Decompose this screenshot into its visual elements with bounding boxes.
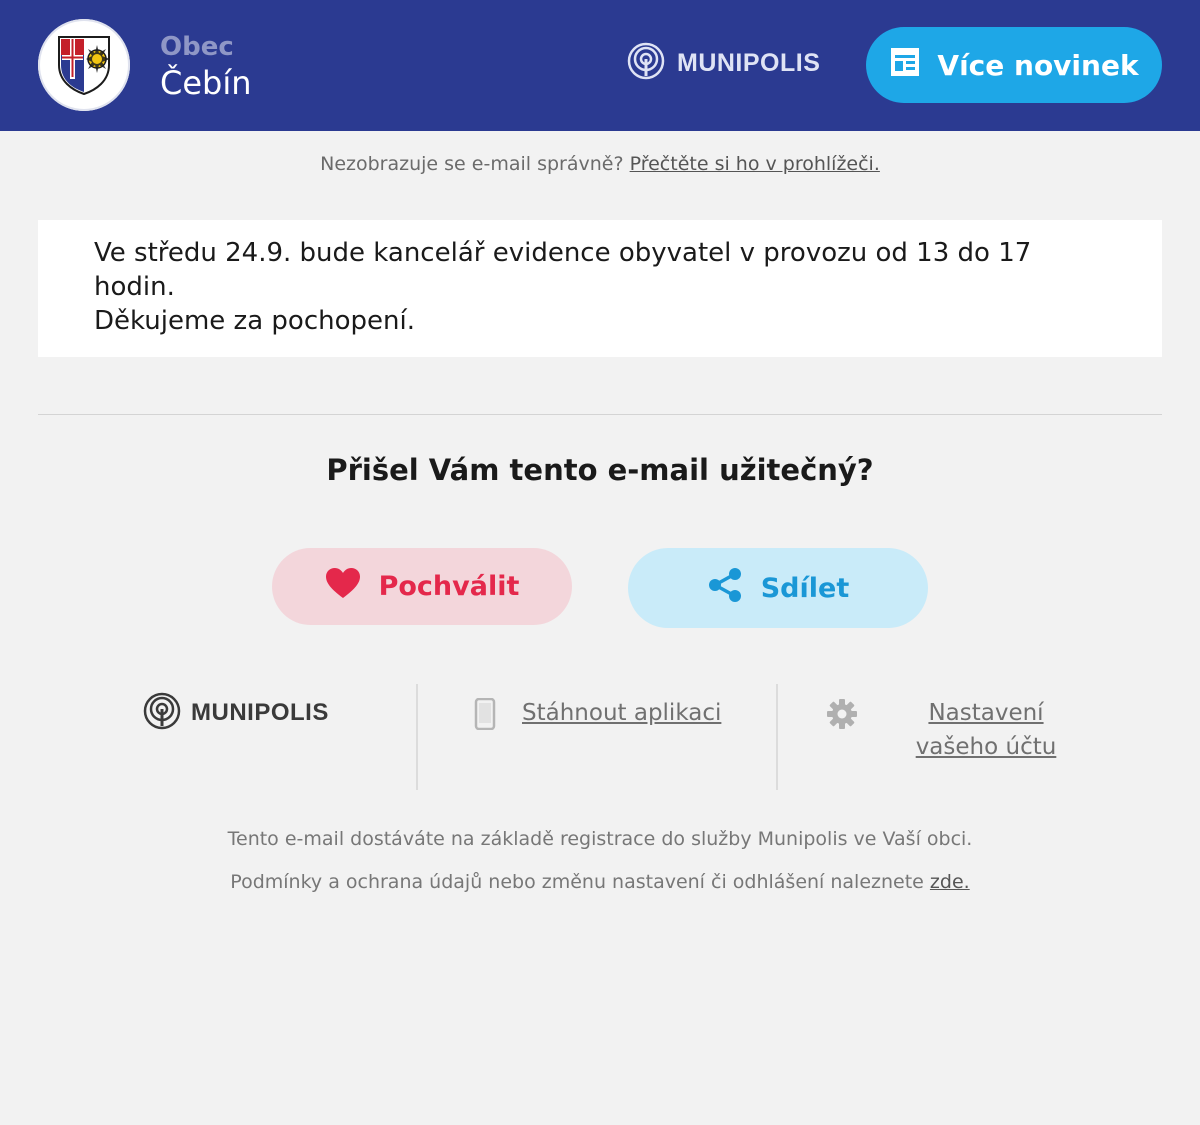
feedback-question: Přišel Vám tento e-mail užitečný? — [326, 453, 874, 487]
town-kind-label: Obec — [160, 32, 234, 62]
town-name: Čebín — [160, 64, 252, 102]
municipal-crest-icon — [38, 19, 130, 111]
broadcast-icon — [143, 692, 181, 734]
section-divider — [38, 414, 1162, 415]
message-line-1: Ve středu 24.9. bude kancelář evidence o… — [94, 238, 1032, 302]
download-app-link[interactable]: Stáhnout aplikaci — [522, 696, 721, 730]
privacy-notice-text: Podmínky a ochrana údajů nebo změnu nast… — [230, 871, 924, 893]
more-news-label: Více novinek — [937, 48, 1139, 82]
praise-button[interactable]: Pochválit — [272, 548, 572, 625]
footer-column-separator — [416, 684, 418, 790]
message-line-2: Děkujeme za pochopení. — [94, 306, 415, 336]
download-app-item: Stáhnout aplikaci — [474, 696, 721, 734]
account-settings-link[interactable]: Nastavení vašeho účtu — [884, 696, 1088, 764]
privacy-notice: Podmínky a ochrana údajů nebo změnu nast… — [0, 868, 1200, 896]
phone-icon — [474, 697, 496, 734]
more-news-button[interactable]: Více novinek — [866, 27, 1162, 103]
message-body: Ve středu 24.9. bude kancelář evidence o… — [94, 236, 1084, 338]
praise-label: Pochválit — [378, 571, 520, 602]
share-label: Sdílet — [760, 572, 850, 604]
privacy-settings-link[interactable]: zde. — [930, 871, 970, 893]
view-in-browser-link[interactable]: Přečtěte si ho v prohlížeči. — [630, 153, 880, 175]
registration-notice: Tento e-mail dostáváte na základě regist… — [227, 828, 973, 850]
newspaper-icon — [889, 46, 921, 85]
share-icon — [707, 567, 743, 610]
share-button[interactable]: Sdílet — [628, 548, 928, 628]
footer-munipolis-logo[interactable]: MUNIPOLIS — [143, 692, 329, 734]
heart-icon — [325, 567, 361, 606]
gear-icon — [826, 698, 858, 734]
footer-brand-wordmark: MUNIPOLIS — [191, 699, 329, 726]
account-settings-item: Nastavení vašeho účtu — [826, 698, 1088, 764]
view-in-browser-prefix: Nezobrazuje se e-mail správně? — [320, 153, 624, 175]
broadcast-icon — [627, 42, 665, 84]
email-header: Obec Čebín MUNIPOLIS Více novinek — [0, 0, 1200, 131]
message-card: Ve středu 24.9. bude kancelář evidence o… — [38, 220, 1162, 357]
munipolis-logo[interactable]: MUNIPOLIS — [627, 42, 821, 84]
brand-wordmark: MUNIPOLIS — [677, 48, 821, 77]
footer-column-separator — [776, 684, 778, 790]
view-in-browser-notice: Nezobrazuje se e-mail správně? Přečtěte … — [0, 150, 1200, 178]
